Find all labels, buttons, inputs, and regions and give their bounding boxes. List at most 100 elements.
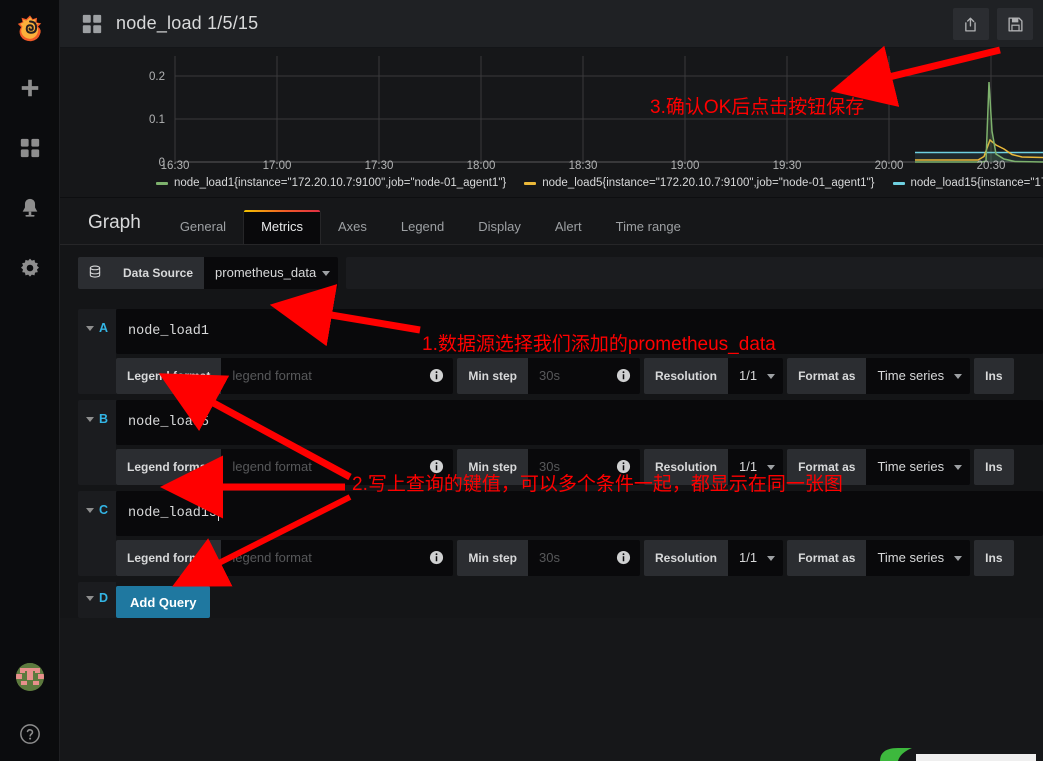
share-dashboard-button[interactable] [953, 8, 989, 40]
sidebar-item-create[interactable] [0, 58, 60, 118]
min-step-input[interactable]: 30s [528, 540, 641, 576]
chevron-down-icon [85, 508, 94, 513]
resolution-value: 1/1 [739, 368, 758, 383]
tab-metrics[interactable]: Metrics [243, 210, 321, 244]
graph-preview-panel: 0.2 0.1 0 16:30 16:30 17:00 17:3 [60, 48, 1043, 198]
side-navigation [0, 0, 60, 761]
instant-label[interactable]: Ins [974, 449, 1014, 485]
datasource-row: Data Source prometheus_data [78, 257, 1043, 289]
graph-plot-area[interactable]: 0.2 0.1 0 16:30 16:30 17:00 17:3 [60, 56, 1043, 172]
query-b-format-as-group: Format as Time series [787, 449, 971, 485]
resolution-select[interactable]: 1/1 [728, 449, 784, 485]
info-icon[interactable] [429, 459, 444, 474]
format-as-value: Time series [877, 550, 945, 565]
datasource-row-filler [346, 257, 1043, 289]
query-c-toggle[interactable]: C [78, 491, 116, 576]
query-row-c: C node_load15 Legend format legend forma… [78, 491, 1043, 576]
top-bar: node_load 1/5/15 [60, 0, 1043, 48]
legend-format-label: Legend format [116, 358, 222, 394]
datasource-select[interactable]: prometheus_data [204, 257, 339, 289]
tab-general[interactable]: General [163, 210, 243, 244]
min-step-label: Min step [457, 540, 529, 576]
resolution-value: 1/1 [739, 550, 758, 565]
format-as-select[interactable]: Time series [866, 540, 971, 576]
format-as-value: Time series [877, 368, 945, 383]
query-c-expression-input[interactable]: node_load15 [116, 491, 1043, 536]
resolution-label: Resolution [644, 449, 729, 485]
query-b-body: node_load5 Legend format legend format M… [116, 400, 1043, 485]
resolution-select[interactable]: 1/1 [728, 358, 784, 394]
topbar-actions [953, 8, 1033, 40]
datasource-label: Data Source [112, 257, 205, 289]
tab-legend[interactable]: Legend [384, 210, 461, 244]
svg-text:0.1: 0.1 [149, 114, 165, 126]
query-b-toggle[interactable]: B [78, 400, 116, 485]
metrics-editor: Data Source prometheus_data A node_load1 [60, 245, 1043, 618]
legend-format-input[interactable]: legend format [221, 540, 454, 576]
query-b-legend-format-group: Legend format legend format [116, 449, 454, 485]
info-icon[interactable] [429, 368, 444, 383]
info-icon[interactable] [616, 550, 631, 565]
panel-editor-tabs-wrap: Graph General Metrics Axes Legend Displa… [60, 198, 1043, 245]
share-icon [964, 17, 976, 32]
sidebar-item-alerting[interactable] [0, 178, 60, 238]
save-dashboard-button[interactable] [997, 8, 1033, 40]
add-query-row: D Add Query [78, 582, 1043, 618]
format-as-select[interactable]: Time series [866, 358, 971, 394]
sidebar-item-dashboards[interactable] [0, 118, 60, 178]
graph-svg: 0.2 0.1 0 16:30 [149, 56, 1043, 169]
query-b-expression-input[interactable]: node_load5 [116, 400, 1043, 445]
legend-format-input[interactable]: legend format [221, 358, 454, 394]
instant-label[interactable]: Ins [974, 358, 1014, 394]
legend-format-input[interactable]: legend format [221, 449, 454, 485]
query-a-expression-input[interactable]: node_load1 [116, 309, 1043, 354]
min-step-input[interactable]: 30s [528, 358, 641, 394]
format-as-select[interactable]: Time series [866, 449, 971, 485]
dashboard-squares-icon [82, 14, 102, 33]
avatar-identicon-icon [15, 663, 44, 691]
save-floppy-icon [1007, 16, 1023, 32]
grafana-logo[interactable] [0, 0, 60, 58]
info-icon[interactable] [616, 459, 631, 474]
query-d-toggle[interactable]: D [78, 582, 116, 618]
query-b-resolution-group: Resolution 1/1 [644, 449, 784, 485]
chevron-down-icon [954, 374, 963, 379]
format-as-label: Format as [787, 540, 867, 576]
tab-axes[interactable]: Axes [321, 210, 384, 244]
tab-alert[interactable]: Alert [538, 210, 599, 244]
sidebar-item-user[interactable] [0, 647, 60, 707]
legend-format-placeholder: legend format [232, 550, 312, 565]
gear-icon [20, 258, 39, 277]
instant-label[interactable]: Ins [974, 540, 1014, 576]
chevron-down-icon [767, 556, 776, 561]
query-a-resolution-group: Resolution 1/1 [644, 358, 784, 394]
query-a-expression-text: node_load1 [128, 324, 210, 339]
chevron-down-icon [85, 417, 94, 422]
info-icon[interactable] [616, 368, 631, 383]
dashboards-icon [20, 138, 39, 158]
sidebar-item-help[interactable] [0, 707, 60, 761]
tab-time-range[interactable]: Time range [599, 210, 698, 244]
min-step-input[interactable]: 30s [528, 449, 641, 485]
query-c-resolution-group: Resolution 1/1 [644, 540, 784, 576]
avatar [15, 663, 44, 691]
query-row-a: A node_load1 Legend format legend format [78, 309, 1043, 394]
format-as-value: Time series [877, 459, 945, 474]
resolution-select[interactable]: 1/1 [728, 540, 784, 576]
graph-x-axis-labels: 16:30 17:00 17:30 18:00 18:30 19:00 19:3… [160, 160, 1006, 172]
database-icon [89, 265, 101, 278]
chevron-down-icon [767, 465, 776, 470]
min-step-placeholder: 30s [539, 459, 560, 474]
query-c-expression-text: node_load15 [128, 506, 218, 521]
legend-color-swatch [156, 181, 168, 185]
green-swoosh-icon [880, 748, 1036, 761]
sidebar-item-configuration[interactable] [0, 238, 60, 298]
query-a-legend-format-group: Legend format legend format [116, 358, 454, 394]
query-a-toggle[interactable]: A [78, 309, 116, 394]
tab-display[interactable]: Display [461, 210, 538, 244]
query-c-format-as-group: Format as Time series [787, 540, 971, 576]
info-icon[interactable] [429, 550, 444, 565]
resolution-label: Resolution [644, 358, 729, 394]
query-c-letter: C [98, 503, 109, 517]
add-query-button[interactable]: Add Query [116, 586, 211, 618]
